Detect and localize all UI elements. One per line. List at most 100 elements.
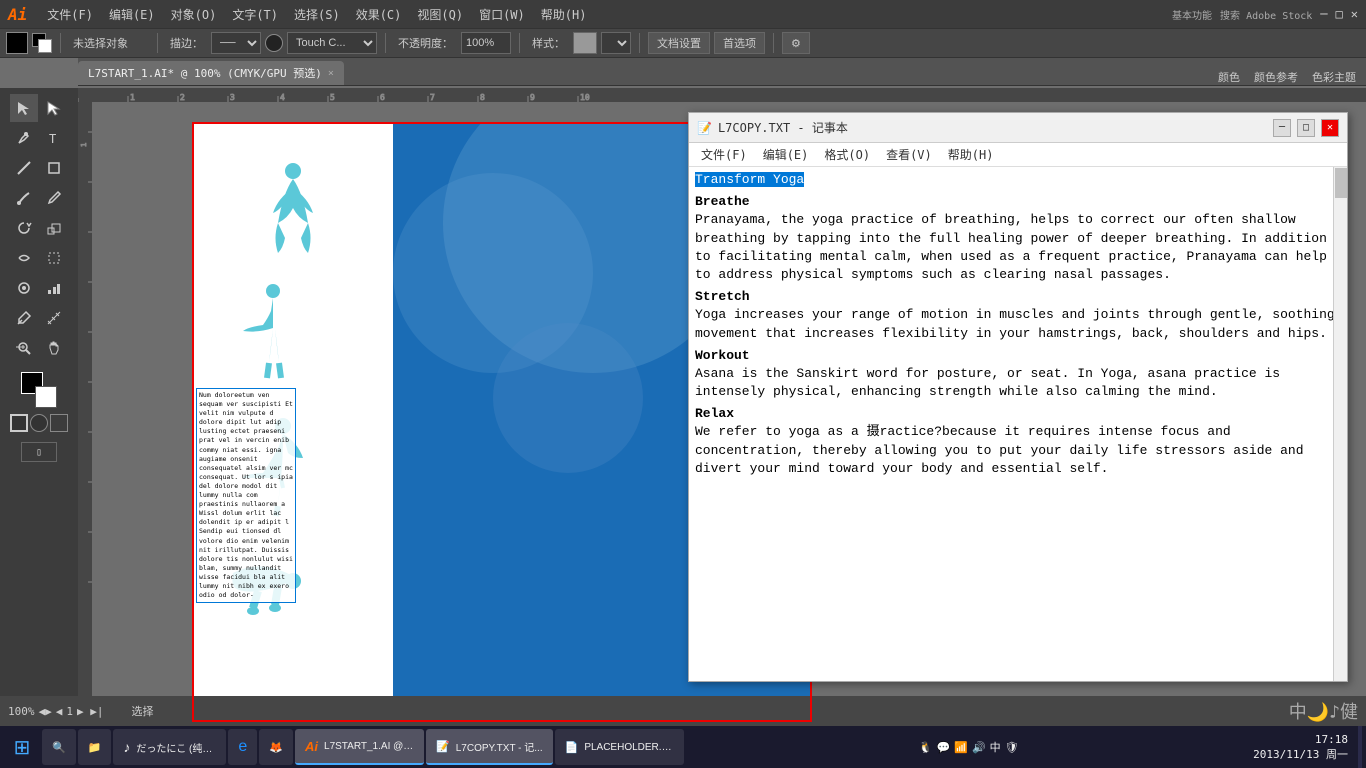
free-transform-tool[interactable] xyxy=(40,244,68,272)
rotate-tool[interactable] xyxy=(10,214,38,242)
tray-qq-icon[interactable]: 🐧 xyxy=(919,741,933,754)
direct-select-tool[interactable] xyxy=(40,94,68,122)
clock-date: 2013/11/13 周一 xyxy=(1253,746,1348,762)
style-select[interactable]: ▾ xyxy=(601,32,631,54)
scrollbar-thumb[interactable] xyxy=(1335,168,1347,198)
tray-wechat-icon[interactable]: 💬 xyxy=(937,741,951,754)
menu-text[interactable]: 文字(T) xyxy=(224,0,286,28)
preferences-btn[interactable]: 首选项 xyxy=(714,32,765,54)
shape-tool[interactable] xyxy=(40,154,68,182)
taskbar-illustrator-btn[interactable]: Ai L7START_1.AI @ ... xyxy=(295,729,424,765)
zoom-level: 100% xyxy=(8,705,35,718)
tray-volume-icon[interactable]: 🔊 xyxy=(972,741,986,754)
sep-5 xyxy=(639,33,640,53)
menu-edit[interactable]: 编辑(E) xyxy=(101,0,163,28)
color-boxes[interactable] xyxy=(21,372,57,408)
top-menu-bar: Ai 文件(F) 编辑(E) 对象(O) 文字(T) 选择(S) 效果(C) 视… xyxy=(0,0,1366,28)
hand-tool[interactable] xyxy=(40,334,68,362)
close-icon[interactable]: ✕ xyxy=(1351,7,1358,21)
notepad-title-icon: 📝 xyxy=(697,121,712,135)
menu-help[interactable]: 帮助(H) xyxy=(533,0,595,28)
zoom-tool[interactable] xyxy=(10,334,38,362)
taskbar-music-btn[interactable]: ♪ だったにこ (纯音... xyxy=(113,729,226,765)
taskbar-notepad1-btn[interactable]: 📝 L7COPY.TXT - 记... xyxy=(426,729,553,765)
status-label: 选择 xyxy=(132,703,154,719)
taskbar-clock[interactable]: 17:18 2013/11/13 周一 xyxy=(1253,733,1356,762)
normal-mode[interactable] xyxy=(10,414,28,432)
taskbar-firefox-btn[interactable]: 🦊 xyxy=(259,729,293,765)
notepad-menu-edit[interactable]: 编辑(E) xyxy=(755,146,817,163)
notepad-menu-help[interactable]: 帮助(H) xyxy=(940,146,1002,163)
type-tool[interactable]: T xyxy=(40,124,68,152)
doc-tab-close[interactable]: × xyxy=(328,68,334,79)
notepad-menu-view[interactable]: 查看(V) xyxy=(878,146,940,163)
brush-tool[interactable] xyxy=(10,184,38,212)
svg-text:5: 5 xyxy=(330,93,335,102)
search-stock-label[interactable]: 搜索 Adobe Stock xyxy=(1220,7,1312,22)
notepad1-icon: 📝 xyxy=(436,740,450,753)
ruler-vertical: 1 xyxy=(78,102,92,738)
panel-color-theme-tab[interactable]: 色彩主题 xyxy=(1306,69,1362,85)
scale-tool[interactable] xyxy=(40,214,68,242)
notepad-minimize-btn[interactable]: ─ xyxy=(1273,119,1291,137)
taskbar-browser-btn[interactable]: e xyxy=(228,729,257,765)
line-tool[interactable] xyxy=(10,154,38,182)
menu-view[interactable]: 视图(Q) xyxy=(409,0,471,28)
doc-tab-active[interactable]: L7START_1.AI* @ 100% (CMYK/GPU 预选) × xyxy=(78,61,344,85)
select-tool[interactable] xyxy=(10,94,38,122)
taskbar-notepad2-btn[interactable]: 📄 PLACEHOLDER.TX... xyxy=(555,729,685,765)
pencil-tool[interactable] xyxy=(40,184,68,212)
symbol-tool[interactable] xyxy=(10,274,38,302)
tray-network-icon[interactable]: 📶 xyxy=(954,741,968,754)
start-button[interactable]: ⊞ xyxy=(4,729,40,765)
illustrator-label: L7START_1.AI @ ... xyxy=(324,741,414,752)
notepad-scrollbar[interactable] xyxy=(1333,167,1347,681)
menu-effect[interactable]: 效果(C) xyxy=(348,0,410,28)
svg-text:7: 7 xyxy=(430,93,435,102)
graph-tool[interactable] xyxy=(40,274,68,302)
pen-tool[interactable] xyxy=(10,124,38,152)
panel-color-ref-tab[interactable]: 颜色参考 xyxy=(1248,69,1304,85)
menu-file[interactable]: 文件(F) xyxy=(39,0,101,28)
panel-color-tab[interactable]: 颜色 xyxy=(1212,69,1246,85)
menu-object[interactable]: 对象(O) xyxy=(163,0,225,28)
notepad-menu-file[interactable]: 文件(F) xyxy=(693,146,755,163)
tray-ime-label[interactable]: 中 xyxy=(990,739,1001,755)
notepad1-label: L7COPY.TXT - 记... xyxy=(456,739,543,754)
show-desktop-btn[interactable] xyxy=(1358,726,1362,768)
color-swap[interactable] xyxy=(32,33,52,53)
warp-tool[interactable] xyxy=(10,244,38,272)
stretch-body: Yoga increases your range of motion in m… xyxy=(695,306,1341,342)
stroke-color-box[interactable] xyxy=(6,32,28,54)
svg-text:8: 8 xyxy=(480,93,485,102)
maximize-icon[interactable]: □ xyxy=(1336,7,1343,21)
notepad-content[interactable]: Transform Yoga Breathe Pranayama, the yo… xyxy=(689,167,1347,681)
menu-window[interactable]: 窗口(W) xyxy=(471,0,533,28)
measure-tool[interactable] xyxy=(40,304,68,332)
none-mode[interactable] xyxy=(50,414,68,432)
search-icon: 🔍 xyxy=(52,741,66,754)
opacity-input[interactable]: 100% xyxy=(461,32,511,54)
brush-color[interactable] xyxy=(265,34,283,52)
draw-mode[interactable]: ▯ xyxy=(21,442,57,462)
extras-btn[interactable]: ⚙ xyxy=(782,32,810,54)
brush-select[interactable]: Touch C... xyxy=(287,32,377,54)
music-label: だったにこ (纯音... xyxy=(136,740,216,755)
notepad-maximize-btn[interactable]: □ xyxy=(1297,119,1315,137)
toolbar: 未选择对象 描边： ── Touch C... 不透明度： 100% 样式： ▾… xyxy=(0,28,1366,58)
style-swatch[interactable] xyxy=(573,32,597,54)
tray-antivirus-icon[interactable]: 🛡 xyxy=(1005,741,1019,754)
notepad-close-btn[interactable]: ✕ xyxy=(1321,119,1339,137)
system-tray: 🐧 💬 📶 🔊 中 🛡 xyxy=(915,739,1023,755)
taskbar-search-btn[interactable]: 🔍 xyxy=(42,729,76,765)
notepad-menu-format[interactable]: 格式(O) xyxy=(816,146,878,163)
gradient-mode[interactable] xyxy=(30,414,48,432)
taskbar-explorer-btn[interactable]: 📁 xyxy=(78,729,112,765)
doc-settings-btn[interactable]: 文档设置 xyxy=(648,32,710,54)
clock-time: 17:18 xyxy=(1315,733,1348,746)
eyedropper-tool[interactable] xyxy=(10,304,38,332)
minimize-icon[interactable]: ─ xyxy=(1320,7,1327,21)
menu-select[interactable]: 选择(S) xyxy=(286,0,348,28)
basic-function-label[interactable]: 基本功能 xyxy=(1172,7,1212,22)
stroke-select[interactable]: ── xyxy=(211,32,261,54)
